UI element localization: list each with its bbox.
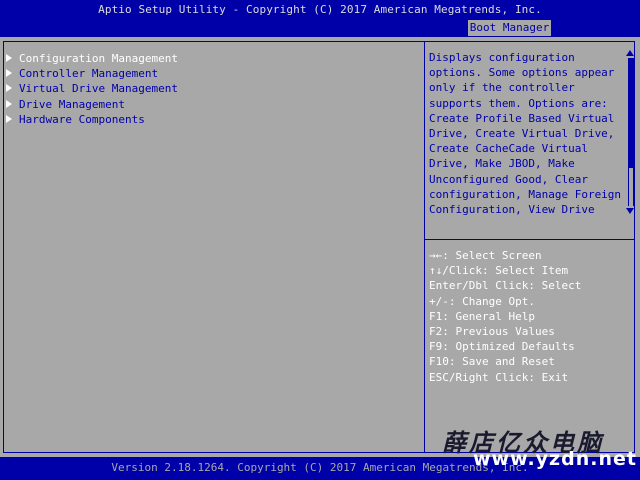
menu-item-label: Virtual Drive Management [19, 82, 178, 96]
menu-item-drive-management[interactable]: Drive Management [6, 97, 178, 112]
help-scrollbar[interactable] [626, 50, 634, 215]
key-hint: →←: Select Screen [429, 249, 542, 262]
triangle-right-icon [6, 84, 12, 93]
help-line: Unconfigured Good, Clear [429, 172, 588, 186]
help-line: Create CacheCade Virtual [429, 142, 588, 156]
scroll-down-arrow-icon[interactable] [626, 208, 634, 214]
menu-list: Configuration Management Controller Mana… [6, 51, 178, 127]
watermark-url: www.yzdn.net [473, 448, 637, 470]
help-line: supports them. Options are: [429, 96, 608, 110]
help-line: Drive, Create Virtual Drive, [429, 127, 615, 141]
key-hint: Enter/Dbl Click: Select [429, 279, 582, 293]
vertical-divider [424, 41, 425, 453]
help-line: Drive, Make JBOD, Make [429, 157, 575, 171]
key-hint: +/-: Change Opt. [429, 294, 535, 308]
key-hint: F10: Save and Reset [429, 355, 555, 369]
triangle-right-icon [6, 69, 12, 78]
key-hint: ↑↓/Click: Select Item [429, 264, 569, 278]
triangle-right-icon [6, 99, 12, 108]
menu-item-label: Drive Management [19, 97, 125, 111]
key-legend: →←: Select Screen ↑↓/Click: Select Item … [429, 248, 581, 385]
tab-boot-manager[interactable]: Boot Manager [468, 20, 551, 36]
menu-item-virtual-drive-management[interactable]: Virtual Drive Management [6, 81, 178, 96]
menu-item-label: Controller Management [19, 67, 159, 81]
triangle-right-icon [6, 54, 12, 62]
key-hint: F1: General Help [429, 309, 535, 323]
triangle-right-icon [6, 114, 12, 123]
app-title: Aptio Setup Utility - Copyright (C) 2017… [98, 3, 542, 16]
help-line: Configuration, View Drive [429, 203, 595, 217]
key-hint: F9: Optimized Defaults [429, 340, 575, 354]
menu-item-hardware-components[interactable]: Hardware Components [6, 112, 178, 127]
key-hint: F2: Previous Values [429, 325, 555, 339]
key-hint: ESC/Right Click: Exit [429, 370, 569, 384]
menu-item-controller-management[interactable]: Controller Management [6, 66, 178, 81]
menu-item-configuration-management[interactable]: Configuration Management [6, 51, 178, 66]
scroll-thumb[interactable] [628, 58, 634, 168]
help-line: Displays configuration [429, 51, 575, 64]
help-text: Displays configuration options. Some opt… [429, 50, 622, 217]
help-line: options. Some options appear [429, 66, 615, 80]
horizontal-divider [425, 239, 635, 240]
main-panel: Configuration Management Controller Mana… [0, 37, 640, 457]
scroll-up-arrow-icon[interactable] [626, 50, 634, 56]
help-line: only if the controller [429, 81, 575, 95]
menu-item-label: Configuration Management [19, 52, 178, 65]
title-bar: Aptio Setup Utility - Copyright (C) 2017… [0, 0, 640, 37]
help-line: configuration, Manage Foreign [429, 187, 622, 201]
menu-item-label: Hardware Components [19, 112, 145, 126]
help-line: Create Profile Based Virtual [429, 111, 615, 125]
